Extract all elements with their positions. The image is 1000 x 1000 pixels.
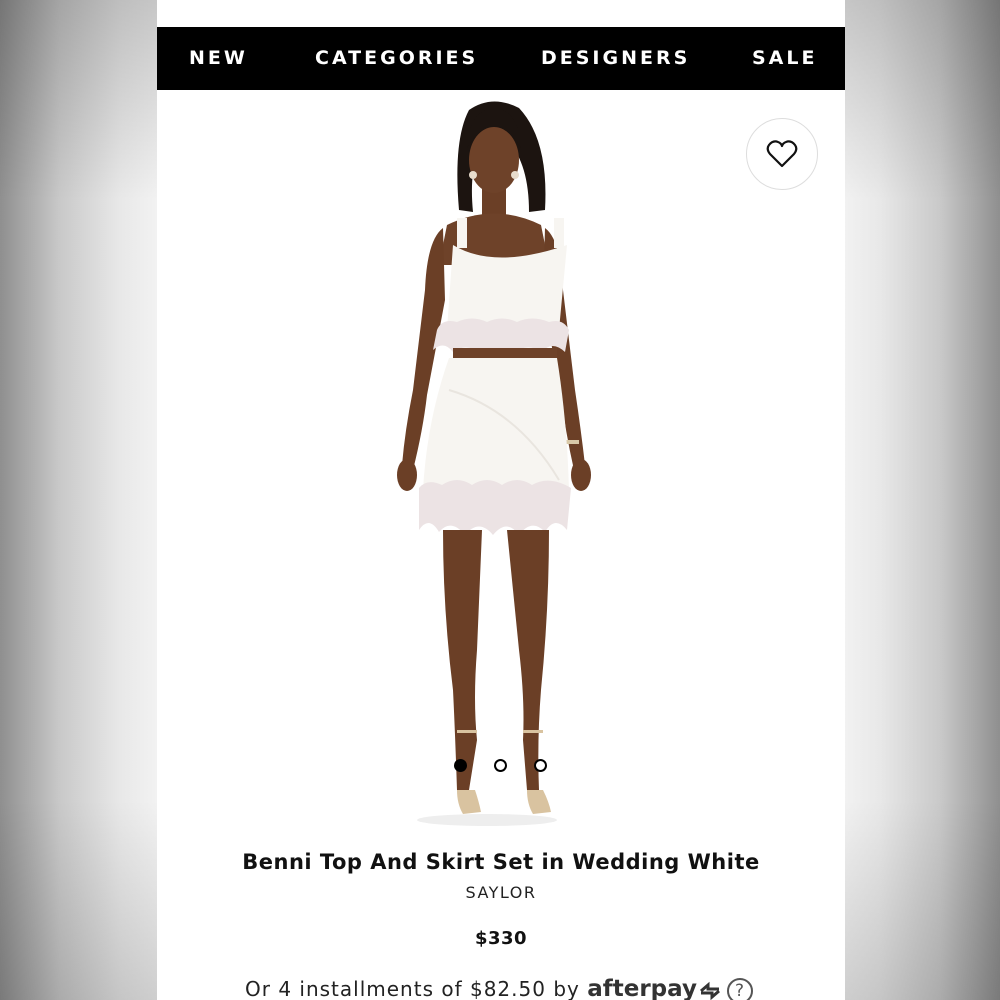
nav-item-new[interactable]: NEW — [189, 27, 248, 90]
nav-item-designers[interactable]: DESIGNERS — [541, 27, 690, 90]
product-price: $330 — [474, 928, 528, 949]
question-circle-icon[interactable]: ? — [726, 977, 753, 1000]
carousel-dot-3[interactable] — [534, 759, 547, 772]
carousel-dot-2[interactable] — [494, 759, 507, 772]
heart-outline-icon — [766, 140, 798, 168]
product-brand[interactable]: SAYLOR — [157, 883, 845, 902]
wishlist-button[interactable] — [746, 118, 818, 190]
carousel-indicators — [157, 759, 845, 775]
afterpay-logo: afterpay — [587, 976, 697, 1000]
nav-item-sale[interactable]: SALE — [752, 27, 817, 90]
afterpay-text: Or 4 installments of $82.50 by — [245, 977, 580, 1000]
nav-item-categories[interactable]: CATEGORIES — [315, 27, 478, 90]
carousel-dot-1[interactable] — [454, 759, 467, 772]
afterpay-installments: Or 4 installments of $82.50 by afterpay? — [245, 976, 753, 1000]
product-photo-model — [397, 101, 591, 826]
phone-screen: NEW CATEGORIES DESIGNERS SALE Benni Top … — [157, 0, 845, 1000]
afterpay-arrows-icon — [699, 981, 720, 1000]
top-nav: NEW CATEGORIES DESIGNERS SALE — [157, 27, 845, 90]
product-title: Benni Top And Skirt Set in Wedding White — [242, 850, 760, 874]
product-image[interactable] — [157, 90, 845, 835]
